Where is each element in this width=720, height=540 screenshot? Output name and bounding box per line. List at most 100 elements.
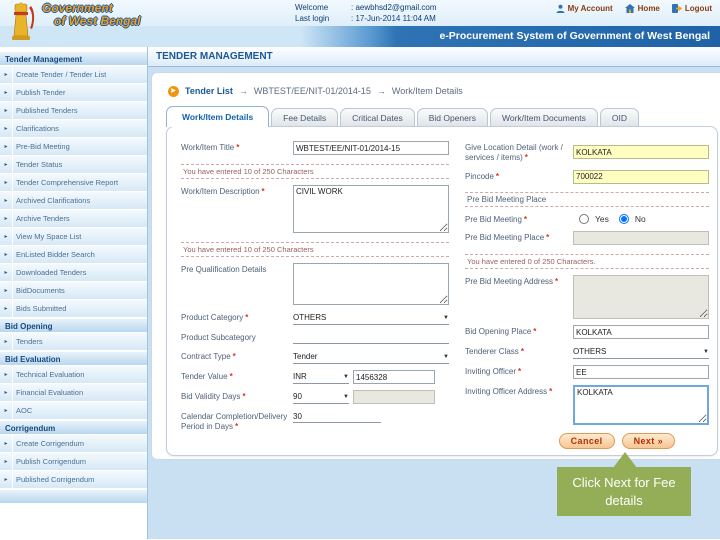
work-item-description-textarea[interactable]: CIVIL WORK (293, 185, 449, 233)
sidebar-item-financial-evaluation[interactable]: ▸ Financial Evaluation (0, 384, 147, 402)
field-row-prebid-place: Pre Bid Meeting Place * (465, 231, 709, 246)
sidebar-item-tender-comprehensive-report[interactable]: ▸ Tender Comprehensive Report (0, 174, 147, 192)
arrow-bullet-icon: ▸ (4, 270, 8, 276)
pincode-input[interactable] (573, 169, 709, 184)
arrow-bullet-icon: ▸ (4, 339, 8, 345)
sidebar-item-enlisted-bidder-search[interactable]: ▸ EnListed Bidder Search (0, 246, 147, 264)
inviting-officer-address-textarea[interactable]: KOLKATA (573, 385, 709, 426)
tenderer-class-select[interactable]: OTHERS ▼ (573, 345, 709, 360)
sidebar-item-technical-evaluation[interactable]: ▸ Technical Evaluation (0, 366, 147, 384)
tab-fee-details[interactable]: Fee Details (271, 108, 339, 127)
arrow-bullet-icon: ▸ (4, 408, 8, 414)
sidebar-item-archive-tenders[interactable]: ▸ Archive Tenders (0, 210, 147, 228)
tender-value-label: Tender Value * (181, 372, 233, 381)
prebid-address-textarea (573, 275, 709, 320)
field-row-tender-value: Tender Value * INR ▼ (181, 370, 449, 384)
tab-critical-dates[interactable]: Critical Dates (340, 108, 415, 127)
arrow-bullet-icon: ▸ (4, 459, 8, 465)
tab-work-item-documents[interactable]: Work/Item Documents (489, 108, 598, 127)
field-row-inviting-officer-address: Inviting Officer Address * KOLKATA (465, 385, 709, 426)
location-input[interactable] (573, 145, 709, 160)
sidebar-section-corrigendum: Corrigendum (0, 420, 147, 435)
tooltip-arrow-up-icon (613, 452, 637, 468)
breadcrumb: ▶ Tender List → WBTEST/EE/NIT-01/2014-15… (152, 83, 720, 99)
prebid-place-label: Pre Bid Meeting Place * (465, 233, 550, 243)
pincode-label: Pincode * (465, 171, 500, 181)
field-row-product-category: Product Category * OTHERS ▼ (181, 311, 449, 325)
home-link[interactable]: Home (624, 4, 660, 13)
prebid-no-radio[interactable] (618, 214, 629, 225)
breadcrumb-tender-list[interactable]: Tender List (185, 86, 233, 96)
next-button[interactable]: Next » (621, 433, 675, 449)
field-row-tenderer-class: Tenderer Class * OTHERS ▼ (465, 345, 709, 360)
work-item-title-input[interactable] (293, 141, 449, 155)
page-title: TENDER MANAGEMENT (148, 47, 720, 67)
arrow-bullet-icon: ▸ (4, 306, 8, 312)
dropdown-arrow-icon: ▼ (703, 348, 709, 355)
bid-opening-place-input[interactable] (573, 325, 709, 340)
field-row-bid-validity-days: Bid Validity Days * 90 ▼ (181, 390, 449, 404)
header-links: My Account Home Logout (556, 4, 712, 13)
inviting-officer-input[interactable] (573, 365, 709, 380)
breadcrumb-current: Work/Item Details (391, 86, 463, 96)
calendar-period-input[interactable] (293, 410, 381, 423)
sidebar-item-tender-status[interactable]: ▸ Tender Status (0, 156, 147, 174)
product-subcategory-label: Product Subcategory (181, 333, 256, 342)
prebid-meeting-place-section-title: Pre Bid Meeting Place (465, 191, 709, 207)
sidebar-item-archived-clarifications[interactable]: ▸ Archived Clarifications (0, 192, 147, 210)
arrow-bullet-icon: ▸ (4, 477, 8, 483)
work-item-description-label: Work/Item Description * (181, 187, 265, 196)
bid-validity-days-select[interactable]: 90 ▼ (293, 390, 349, 404)
field-row-bid-opening-place: Bid Opening Place * (465, 325, 709, 340)
sidebar-item-biddocuments[interactable]: ▸ BidDocuments (0, 282, 147, 300)
field-row-location: Give Location Detail (work / services / … (465, 141, 709, 164)
sidebar-section-bid-opening: Bid Opening (0, 318, 147, 333)
product-category-select[interactable]: OTHERS ▼ (293, 311, 449, 325)
arrow-bullet-icon: ▸ (4, 144, 8, 150)
work-item-title-label: Work/Item Title * (181, 143, 240, 152)
tender-value-input[interactable] (353, 370, 435, 384)
arrow-bullet-icon: ▸ (4, 72, 8, 78)
tab-work-item-details[interactable]: Work/Item Details (166, 106, 270, 127)
sidebar-item-aoc[interactable]: ▸ AOC (0, 402, 147, 420)
arrow-bullet-icon: ▸ (4, 234, 8, 240)
currency-select[interactable]: INR ▼ (293, 370, 349, 384)
arrow-bullet-icon: ▸ (4, 441, 8, 447)
tab-oid[interactable]: OID (599, 108, 640, 127)
logo-line1: Government (42, 1, 113, 15)
arrow-bullet-icon: ▸ (4, 180, 8, 186)
product-category-label: Product Category * (181, 313, 249, 322)
pre-qualification-textarea[interactable] (293, 263, 449, 305)
tab-bid-openers[interactable]: Bid Openers (416, 108, 488, 127)
sidebar-item-published-corrigendum[interactable]: ▸ Published Corrigendum (0, 471, 147, 489)
cancel-button[interactable]: Cancel (558, 433, 615, 449)
location-label: Give Location Detail (work / services / … (465, 143, 563, 163)
breadcrumb-separator: → (376, 86, 386, 96)
sidebar-item-clarifications[interactable]: ▸ Clarifications (0, 120, 147, 138)
my-account-link[interactable]: My Account (556, 4, 613, 13)
sidebar-item-create-corrigendum[interactable]: ▸ Create Corrigendum (0, 435, 147, 453)
prebid-yes-radio[interactable] (579, 214, 589, 225)
contract-type-select[interactable]: Tender ▼ (293, 350, 449, 364)
sidebar-item-tenders[interactable]: ▸ Tenders (0, 333, 147, 351)
welcome-email: : aewbhsd2@gmail.com (351, 3, 437, 12)
sidebar-item-create-tender[interactable]: ▸ Create Tender / Tender List (0, 66, 147, 84)
logout-link[interactable]: Logout (671, 4, 712, 13)
product-subcategory-input[interactable] (293, 331, 449, 344)
sidebar-item-downloaded-tenders[interactable]: ▸ Downloaded Tenders (0, 264, 147, 282)
contract-type-label: Contract Type * (181, 352, 236, 361)
inviting-officer-label: Inviting Officer * (465, 367, 522, 377)
user-icon (556, 4, 565, 13)
welcome-label: Welcome (295, 3, 329, 12)
sidebar-item-prebid-meeting[interactable]: ▸ Pre-Bid Meeting (0, 138, 147, 156)
arrow-bullet-icon: ▸ (4, 288, 8, 294)
dropdown-arrow-icon: ▼ (443, 353, 449, 360)
sidebar-item-publish-tender[interactable]: ▸ Publish Tender (0, 84, 147, 102)
sidebar-item-publish-corrigendum[interactable]: ▸ Publish Corrigendum (0, 453, 147, 471)
sidebar-item-published-tenders[interactable]: ▸ Published Tenders (0, 102, 147, 120)
arrow-bullet-icon: ▸ (4, 126, 8, 132)
sidebar-item-bids-submitted[interactable]: ▸ Bids Submitted (0, 300, 147, 318)
sidebar-item-view-my-space-list[interactable]: ▸ View My Space List (0, 228, 147, 246)
prebid-place-input (573, 231, 709, 246)
form-right-column: Give Location Detail (work / services / … (465, 141, 709, 447)
